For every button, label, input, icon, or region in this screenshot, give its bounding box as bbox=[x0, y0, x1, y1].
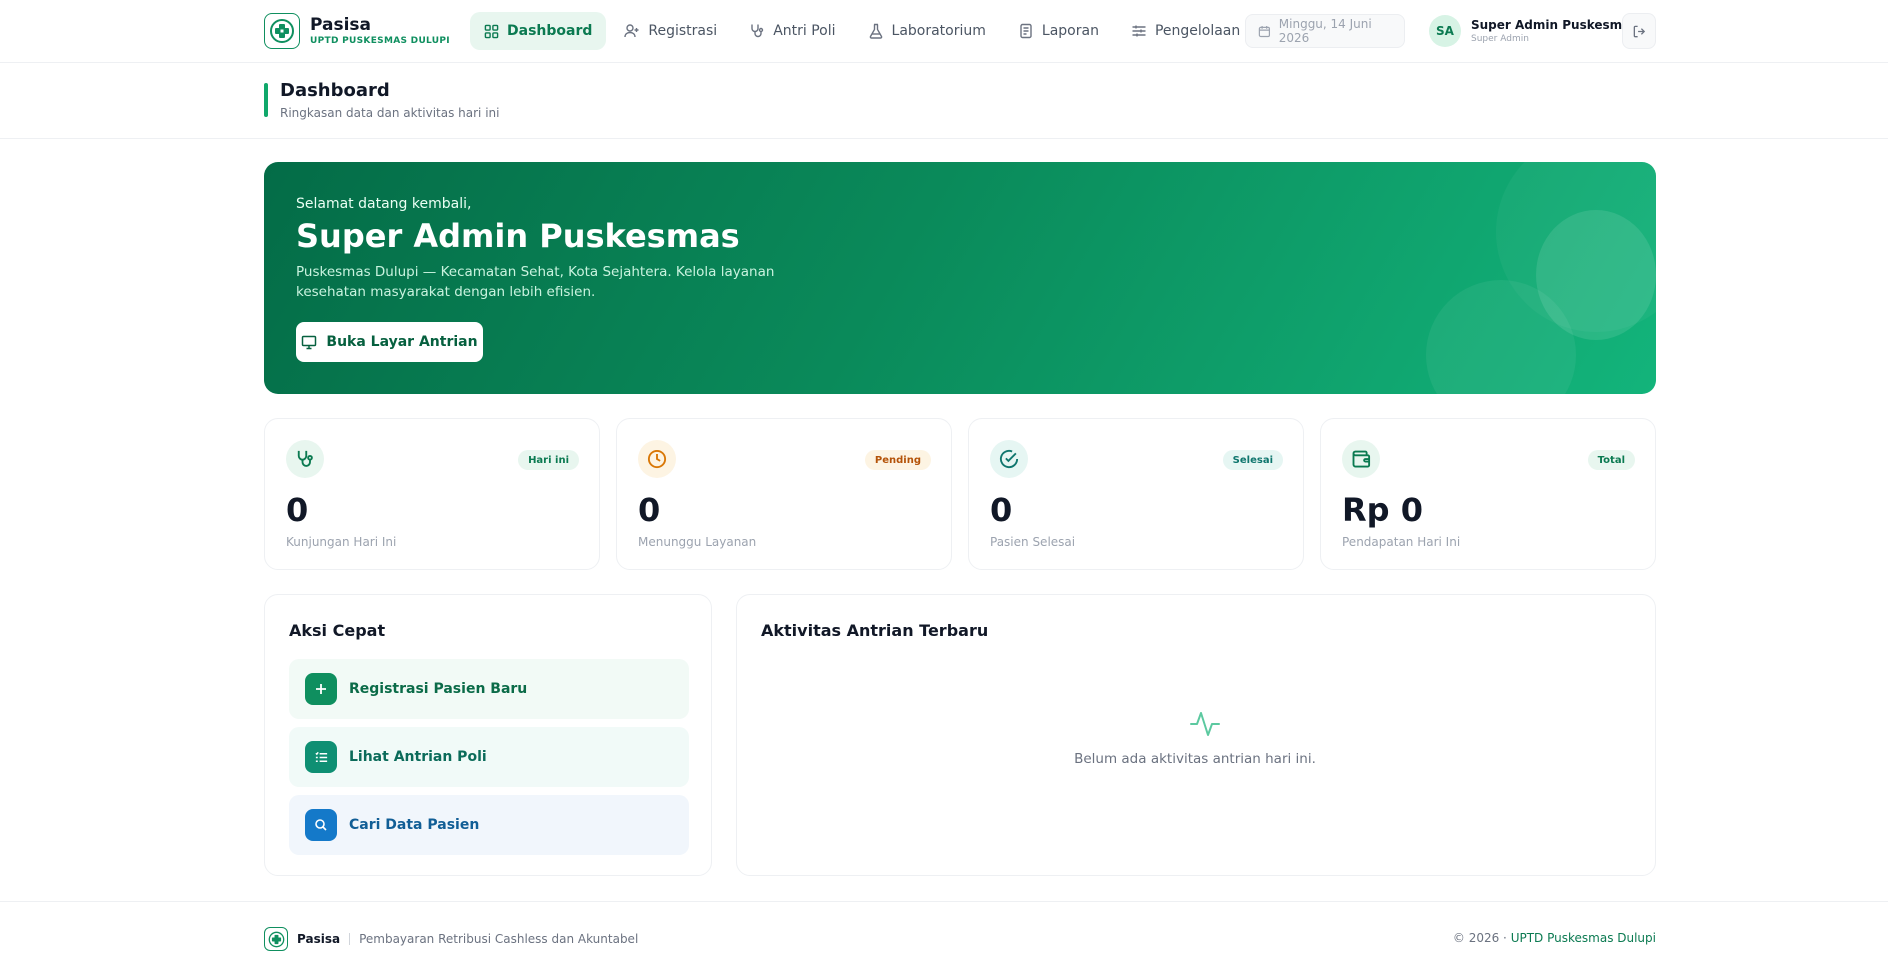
nav-item-laporan[interactable]: Laporan bbox=[1004, 12, 1113, 50]
clock-icon bbox=[638, 440, 676, 478]
quick-action-label: Registrasi Pasien Baru bbox=[349, 681, 528, 697]
brand-logo-icon bbox=[264, 13, 300, 49]
grid-icon bbox=[484, 24, 499, 38]
status-badge: Total bbox=[1587, 450, 1635, 470]
nav-item-label: Antri Poli bbox=[773, 23, 836, 39]
nav-item-label: Pengelolaan bbox=[1154, 23, 1241, 39]
page-title: Dashboard bbox=[280, 80, 390, 101]
welcome-banner: Selamat datang kembali, Super Admin Pusk… bbox=[264, 162, 1656, 394]
flask-icon bbox=[869, 23, 882, 39]
quick-actions-title: Aksi Cepat bbox=[289, 621, 386, 640]
quick-action-view-queue[interactable]: Lihat Antrian Poli bbox=[289, 727, 689, 787]
stat-card-visits: Hari ini 0 Kunjungan Hari Ini bbox=[264, 418, 600, 570]
wallet-icon bbox=[1342, 440, 1380, 478]
nav-item-label: Dashboard bbox=[507, 23, 593, 39]
footer: Pasisa Pembayaran Retribusi Cashless dan… bbox=[0, 901, 1888, 974]
open-queue-screen-label: Buka Layar Antrian bbox=[326, 334, 478, 350]
stat-label: Kunjungan Hari Ini bbox=[286, 535, 397, 549]
calendar-icon bbox=[1258, 25, 1271, 37]
brand-name: Pasisa bbox=[310, 15, 372, 35]
search-icon bbox=[305, 809, 337, 841]
nav-item-laboratorium[interactable]: Laboratorium bbox=[854, 12, 1000, 50]
recent-queue-activity-panel: Aktivitas Antrian Terbaru Belum ada akti… bbox=[736, 594, 1656, 876]
sliders-icon bbox=[1132, 25, 1146, 37]
footer-copyright: © 2026 · UPTD Puskesmas Dulupi bbox=[1453, 931, 1656, 945]
brand-subtitle: UPTD PUSKESMAS DULUPI bbox=[310, 36, 450, 46]
footer-org-link[interactable]: UPTD Puskesmas Dulupi bbox=[1511, 931, 1656, 945]
main-nav: Dashboard Registrasi Antri Poli Laborato… bbox=[470, 12, 1278, 50]
date-display: Minggu, 14 Juni 2026 bbox=[1245, 14, 1405, 48]
footer-brand-name: Pasisa bbox=[297, 932, 341, 946]
nav-item-antri-poli[interactable]: Antri Poli bbox=[735, 12, 849, 50]
stat-card-waiting: Pending 0 Menunggu Layanan bbox=[616, 418, 952, 570]
logout-button[interactable] bbox=[1622, 13, 1656, 49]
nav-item-registrasi[interactable]: Registrasi bbox=[610, 12, 731, 50]
stat-card-revenue: Total Rp 0 Pendapatan Hari Ini bbox=[1320, 418, 1656, 570]
nav-item-label: Laboratorium bbox=[891, 23, 986, 39]
title-accent-bar bbox=[264, 83, 268, 117]
status-badge: Selesai bbox=[1222, 450, 1283, 470]
stat-value: Rp 0 bbox=[1342, 491, 1423, 529]
stat-label: Pendapatan Hari Ini bbox=[1342, 535, 1461, 549]
quick-action-register-patient[interactable]: Registrasi Pasien Baru bbox=[289, 659, 689, 719]
stethoscope-icon bbox=[751, 24, 764, 38]
brand[interactable]: Pasisa UPTD PUSKESMAS DULUPI bbox=[264, 12, 450, 50]
activity-title: Aktivitas Antrian Terbaru bbox=[761, 621, 989, 640]
page-subtitle: Ringkasan data dan aktivitas hari ini bbox=[280, 106, 500, 120]
plus-icon bbox=[305, 673, 337, 705]
nav-item-label: Registrasi bbox=[648, 23, 718, 39]
quick-action-label: Cari Data Pasien bbox=[349, 817, 480, 833]
activity-icon bbox=[1190, 712, 1220, 736]
top-navbar: Pasisa UPTD PUSKESMAS DULUPI Dashboard R… bbox=[0, 0, 1888, 63]
welcome-name: Super Admin Puskesmas bbox=[296, 217, 740, 255]
footer-brand: Pasisa Pembayaran Retribusi Cashless dan… bbox=[264, 927, 638, 951]
empty-state-text: Belum ada aktivitas antrian hari ini. bbox=[1074, 751, 1316, 767]
nav-item-dashboard[interactable]: Dashboard bbox=[470, 12, 607, 50]
date-text: Minggu, 14 Juni 2026 bbox=[1278, 17, 1372, 45]
stat-value: 0 bbox=[286, 491, 309, 529]
stat-value: 0 bbox=[990, 491, 1013, 529]
welcome-greeting: Selamat datang kembali, bbox=[296, 196, 472, 212]
stat-label: Menunggu Layanan bbox=[638, 535, 757, 549]
list-icon bbox=[305, 741, 337, 773]
check-circle-icon bbox=[990, 440, 1028, 478]
footer-tagline: Pembayaran Retribusi Cashless dan Akunta… bbox=[359, 932, 639, 946]
document-icon bbox=[1020, 23, 1032, 39]
user-plus-icon bbox=[624, 24, 639, 38]
user-role: Super Admin bbox=[1471, 33, 1529, 44]
quick-action-search-patient[interactable]: Cari Data Pasien bbox=[289, 795, 689, 855]
logout-icon bbox=[1633, 25, 1645, 37]
open-queue-screen-button[interactable]: Buka Layar Antrian bbox=[296, 322, 483, 362]
status-badge: Hari ini bbox=[518, 450, 579, 470]
quick-actions-panel: Aksi Cepat Registrasi Pasien Baru Lihat … bbox=[264, 594, 712, 876]
stethoscope-icon bbox=[286, 440, 324, 478]
avatar: SA bbox=[1429, 15, 1461, 47]
nav-item-label: Laporan bbox=[1041, 23, 1099, 39]
page-header: Dashboard Ringkasan data dan aktivitas h… bbox=[0, 63, 1888, 139]
stat-card-completed: Selesai 0 Pasien Selesai bbox=[968, 418, 1304, 570]
user-name: Super Admin Puskesmas bbox=[1471, 17, 1638, 32]
stat-value: 0 bbox=[638, 491, 661, 529]
user-menu[interactable]: SA Super Admin Puskesmas Super Admin bbox=[1429, 14, 1637, 48]
footer-divider bbox=[349, 933, 351, 945]
welcome-description: Puskesmas Dulupi — Kecamatan Sehat, Kota… bbox=[296, 264, 775, 300]
brand-logo-icon bbox=[264, 927, 288, 951]
status-badge: Pending bbox=[864, 450, 931, 470]
quick-action-label: Lihat Antrian Poli bbox=[349, 749, 487, 765]
copyright-text: © 2026 · bbox=[1452, 931, 1507, 945]
monitor-icon bbox=[302, 335, 317, 350]
stat-label: Pasien Selesai bbox=[990, 535, 1076, 549]
